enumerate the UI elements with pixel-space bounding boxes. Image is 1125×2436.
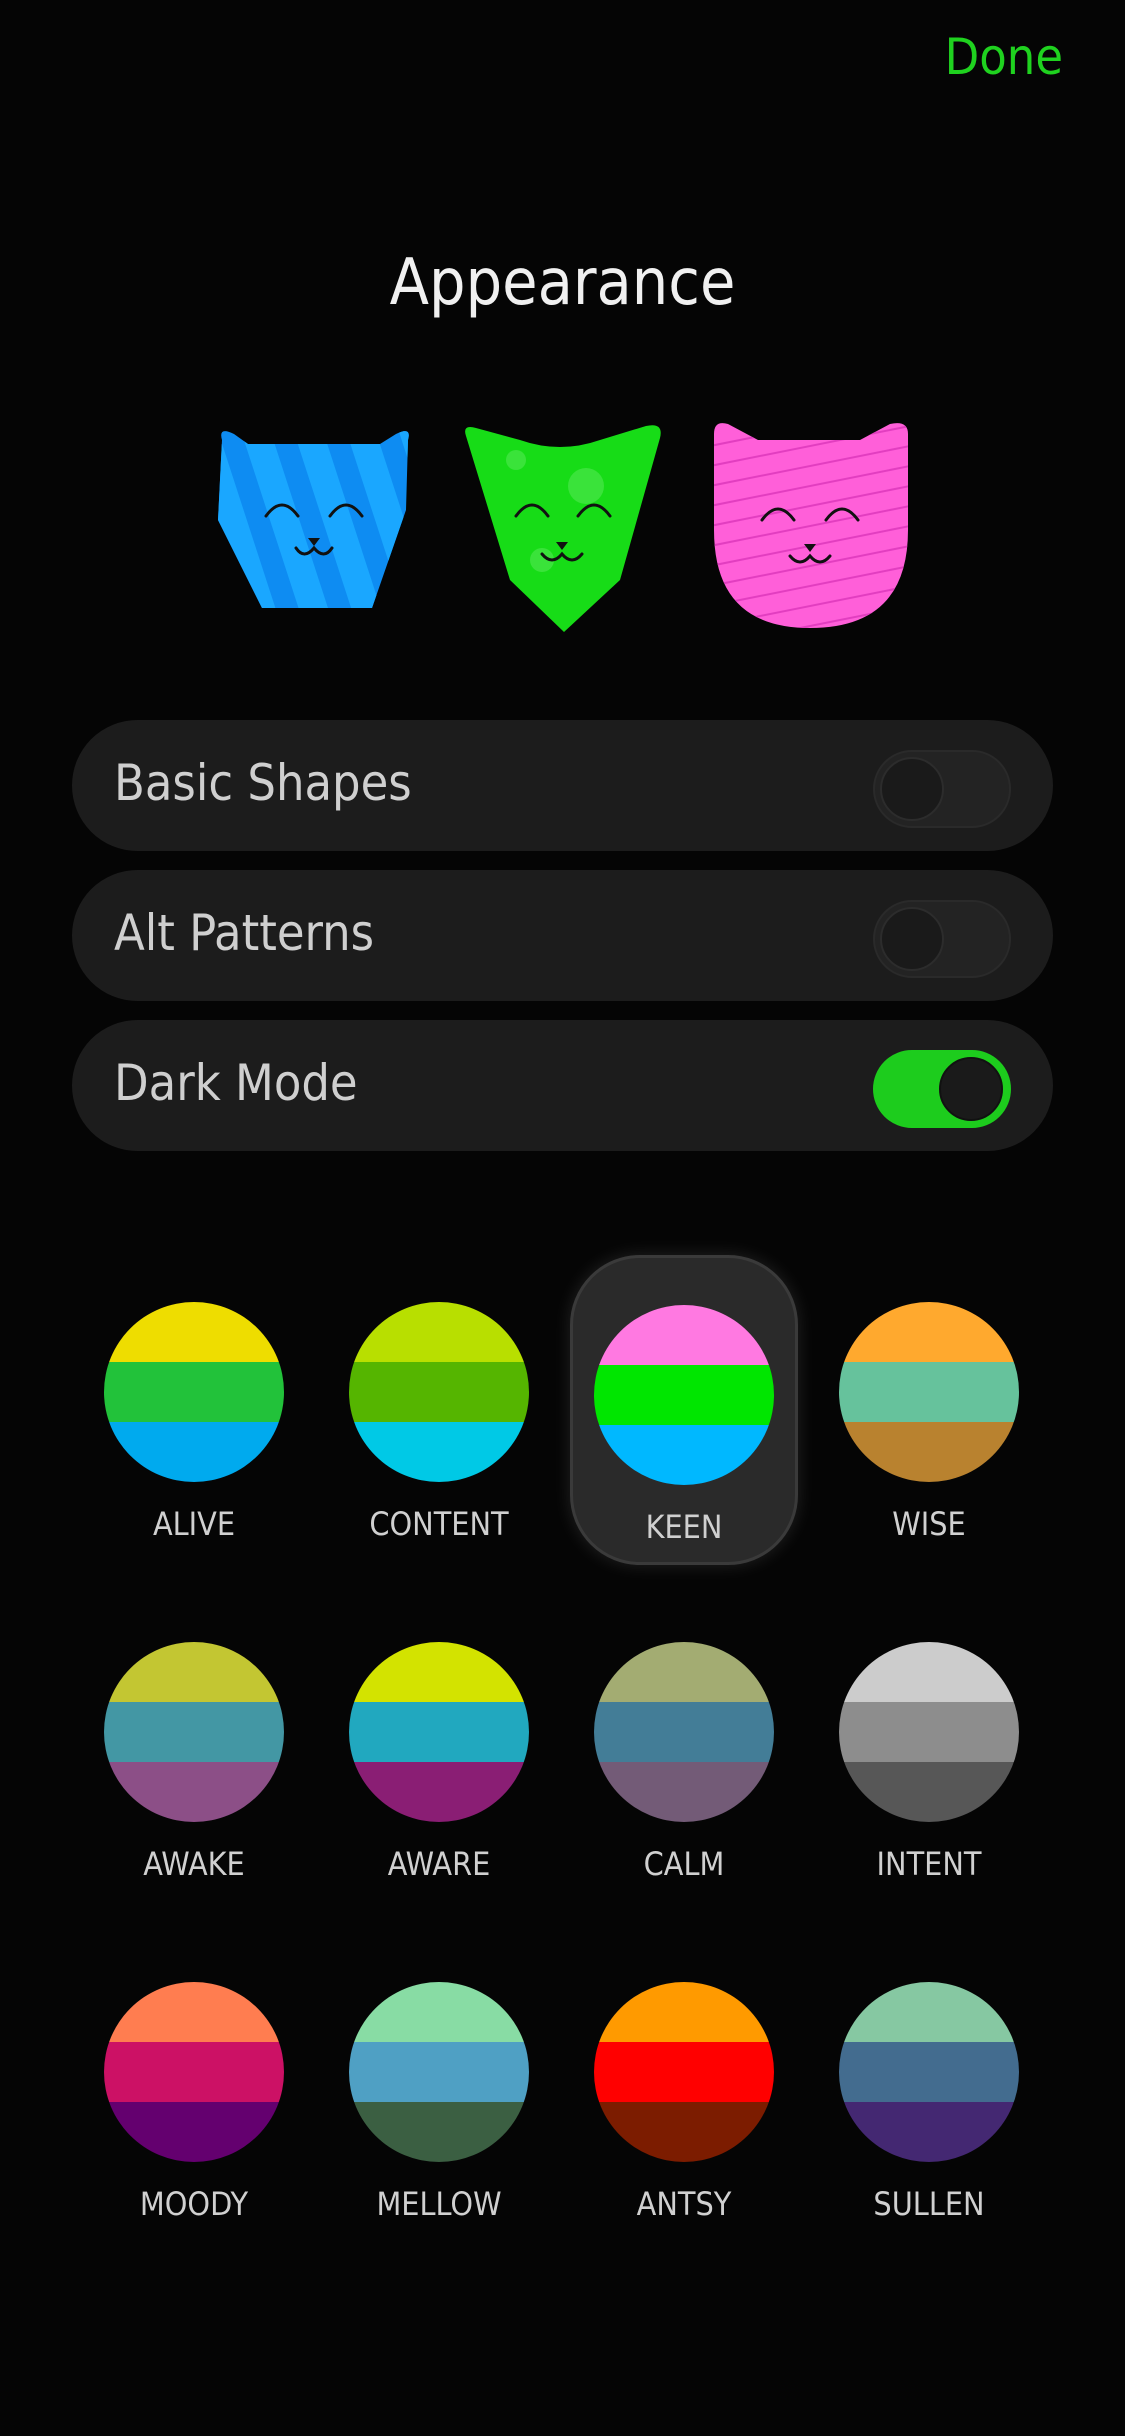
theme-label: SULLEN <box>873 2185 985 2223</box>
theme-alive[interactable]: ALIVE <box>80 1255 308 1565</box>
alt-patterns-row[interactable]: Alt Patterns <box>72 870 1053 1001</box>
swatch-band <box>104 1702 284 1762</box>
pink-cat-icon <box>714 423 908 628</box>
theme-swatch <box>594 1982 774 2162</box>
theme-calm[interactable]: CALM <box>570 1595 798 1905</box>
settings-list: Basic Shapes Alt Patterns Dark Mode <box>72 720 1053 1170</box>
dark-mode-label: Dark Mode <box>114 1054 358 1112</box>
alt-patterns-toggle[interactable] <box>873 900 1011 978</box>
theme-swatch <box>839 1302 1019 1482</box>
theme-label: KEEN <box>645 1508 723 1546</box>
theme-keen[interactable]: KEEN <box>570 1255 798 1565</box>
swatch-band <box>349 1982 529 2042</box>
swatch-band <box>104 1362 284 1422</box>
swatch-band <box>349 1642 529 1702</box>
swatch-band <box>839 1642 1019 1702</box>
swatch-band <box>594 1982 774 2042</box>
swatch-band <box>104 1422 284 1482</box>
theme-wise[interactable]: WISE <box>815 1255 1043 1565</box>
swatch-band <box>839 1762 1019 1822</box>
cat-shape-previews <box>0 420 1125 635</box>
theme-label: MELLOW <box>376 2185 502 2223</box>
swatch-band <box>349 1302 529 1362</box>
swatch-band <box>839 1422 1019 1482</box>
theme-swatch <box>349 1302 529 1482</box>
alt-patterns-label: Alt Patterns <box>114 904 375 962</box>
toggle-knob <box>880 757 944 821</box>
swatch-band <box>104 2102 284 2162</box>
basic-shapes-toggle[interactable] <box>873 750 1011 828</box>
theme-swatch <box>839 1642 1019 1822</box>
swatch-band <box>839 1702 1019 1762</box>
swatch-band <box>349 1422 529 1482</box>
theme-swatch <box>594 1305 774 1485</box>
green-cat-icon <box>465 425 661 632</box>
swatch-band <box>594 1762 774 1822</box>
theme-label: INTENT <box>876 1845 982 1883</box>
swatch-band <box>104 2042 284 2102</box>
theme-label: AWARE <box>387 1845 491 1883</box>
swatch-band <box>594 1425 774 1485</box>
swatch-band <box>349 2102 529 2162</box>
theme-label: AWAKE <box>143 1845 245 1883</box>
theme-swatch <box>839 1982 1019 2162</box>
theme-swatch <box>104 1982 284 2162</box>
theme-content[interactable]: CONTENT <box>325 1255 553 1565</box>
swatch-band <box>594 2042 774 2102</box>
theme-label: WISE <box>892 1505 966 1543</box>
swatch-band <box>839 1362 1019 1422</box>
swatch-band <box>594 1305 774 1365</box>
done-button[interactable]: Done <box>945 28 1063 86</box>
swatch-band <box>349 2042 529 2102</box>
swatch-band <box>104 1302 284 1362</box>
theme-swatch <box>349 1982 529 2162</box>
theme-label: ALIVE <box>152 1505 236 1543</box>
basic-shapes-label: Basic Shapes <box>114 754 412 812</box>
theme-swatch <box>104 1642 284 1822</box>
blue-cat-icon <box>218 431 409 608</box>
theme-moody[interactable]: MOODY <box>80 1935 308 2245</box>
theme-swatch <box>349 1642 529 1822</box>
theme-label: CONTENT <box>369 1505 509 1543</box>
swatch-band <box>839 1302 1019 1362</box>
dark-mode-row[interactable]: Dark Mode <box>72 1020 1053 1151</box>
theme-aware[interactable]: AWARE <box>325 1595 553 1905</box>
toggle-knob <box>939 1057 1003 1121</box>
swatch-band <box>594 1642 774 1702</box>
swatch-band <box>839 2042 1019 2102</box>
dark-mode-toggle[interactable] <box>873 1050 1011 1128</box>
theme-label: ANTSY <box>636 2185 732 2223</box>
swatch-band <box>104 1642 284 1702</box>
theme-mellow[interactable]: MELLOW <box>325 1935 553 2245</box>
swatch-band <box>594 1702 774 1762</box>
theme-sullen[interactable]: SULLEN <box>815 1935 1043 2245</box>
basic-shapes-row[interactable]: Basic Shapes <box>72 720 1053 851</box>
swatch-band <box>349 1362 529 1422</box>
theme-intent[interactable]: INTENT <box>815 1595 1043 1905</box>
swatch-band <box>349 1762 529 1822</box>
swatch-band <box>349 1702 529 1762</box>
swatch-band <box>104 1982 284 2042</box>
swatch-band <box>839 1982 1019 2042</box>
toggle-knob <box>880 907 944 971</box>
theme-swatch <box>104 1302 284 1482</box>
page-title: Appearance <box>389 246 736 320</box>
swatch-band <box>839 2102 1019 2162</box>
swatch-band <box>594 2102 774 2162</box>
theme-antsy[interactable]: ANTSY <box>570 1935 798 2245</box>
theme-label: CALM <box>643 1845 725 1883</box>
theme-awake[interactable]: AWAKE <box>80 1595 308 1905</box>
theme-swatch <box>594 1642 774 1822</box>
swatch-band <box>104 1762 284 1822</box>
theme-label: MOODY <box>139 2185 249 2223</box>
swatch-band <box>594 1365 774 1425</box>
